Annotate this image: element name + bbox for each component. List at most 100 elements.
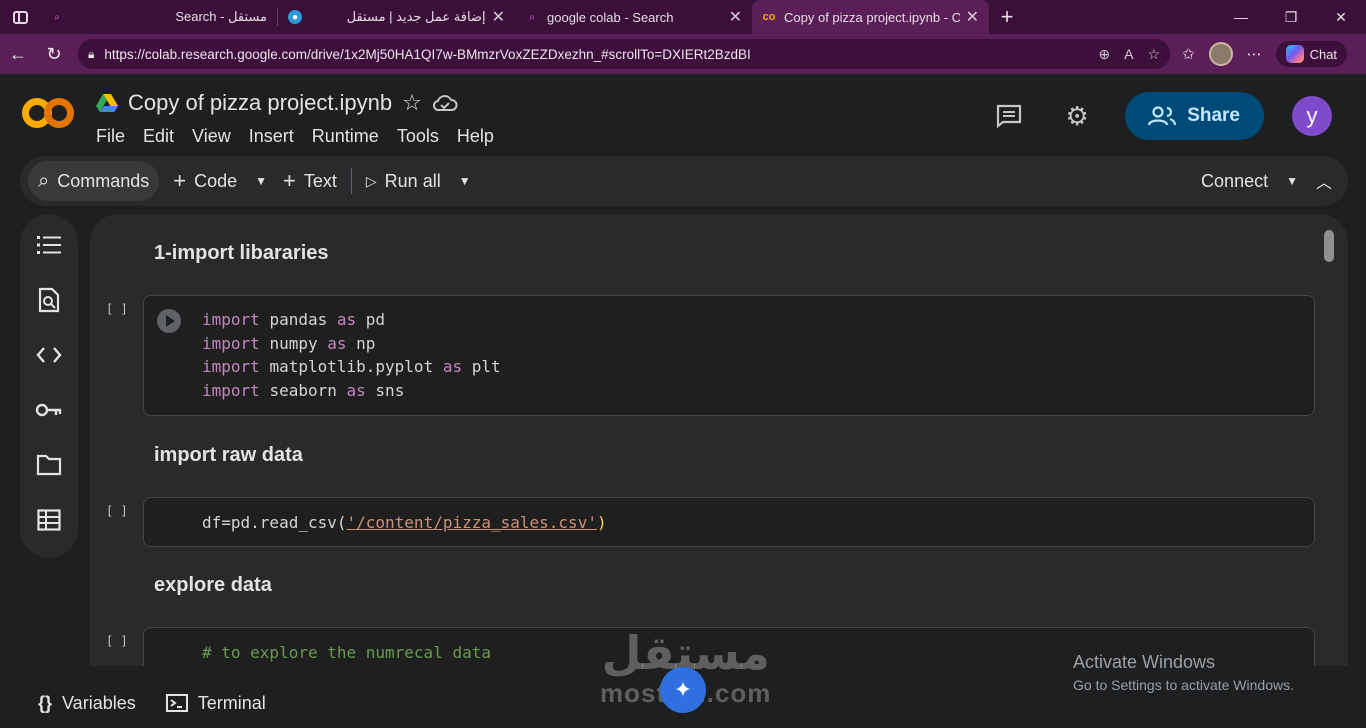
back-button[interactable]: ←	[0, 36, 36, 72]
address-bar-row: ← ↻ 🔒︎ https://colab.research.google.com…	[0, 34, 1366, 74]
menu-bar: File Edit View Insert Runtime Tools Help	[96, 126, 494, 147]
zoom-icon[interactable]: ⊕	[1098, 46, 1110, 63]
code-editor[interactable]: df=pd.read_csv('/content/pizza_sales.csv…	[202, 511, 607, 535]
find-replace-icon[interactable]	[33, 283, 65, 316]
secrets-key-icon[interactable]	[33, 393, 65, 426]
new-tab-button[interactable]: +	[989, 0, 1025, 34]
browser-tab[interactable]: ⌕ google colab - Search ✕	[515, 0, 752, 34]
code-token: np	[356, 333, 376, 353]
terminal-label: Terminal	[197, 692, 266, 713]
chevron-up-icon[interactable]: ︿	[1316, 169, 1332, 193]
tab-title: Copy of pizza project.ipynb - Colab	[784, 9, 960, 25]
terminal-button[interactable]: Terminal	[165, 692, 266, 714]
keyword: import	[202, 380, 260, 400]
close-window-icon[interactable]: ✕	[1316, 0, 1366, 34]
chevron-down-icon[interactable]: ▼	[1286, 174, 1298, 188]
read-aloud-icon[interactable]: A	[1124, 46, 1133, 62]
tab-title: إضافة عمل جديد | مستقل	[346, 9, 486, 24]
plus-icon: +	[283, 168, 296, 193]
search-icon: ⌕	[38, 169, 50, 192]
profile-avatar[interactable]	[1208, 42, 1233, 66]
notebook-title[interactable]: Copy of pizza project.ipynb	[128, 90, 392, 116]
sparkle-icon[interactable]: ✦	[660, 667, 706, 713]
tab-actions-button[interactable]	[0, 0, 40, 34]
chevron-down-icon[interactable]: ▼	[459, 174, 471, 188]
terminal-icon	[165, 694, 188, 712]
keyword: as	[336, 310, 357, 329]
close-tab-icon[interactable]: ✕	[966, 7, 979, 27]
comments-icon[interactable]	[989, 96, 1029, 136]
play-icon: ▷	[365, 172, 377, 189]
header-actions: ⚙ Share y	[989, 92, 1332, 140]
code-token: pandas	[269, 310, 328, 329]
favorite-star-icon[interactable]: ☆	[1147, 46, 1160, 63]
commands-button[interactable]: ⌕ Commands	[28, 161, 160, 201]
mostaql-favicon-icon: ●	[288, 10, 302, 24]
add-code-button[interactable]: + Code ▼	[165, 161, 275, 201]
address-bar[interactable]: 🔒︎ https://colab.research.google.com/dri…	[78, 39, 1170, 69]
settings-gear-icon[interactable]: ⚙	[1057, 96, 1097, 136]
add-text-button[interactable]: + Text	[275, 161, 345, 201]
variables-button[interactable]: {} Variables	[38, 693, 136, 714]
menu-edit[interactable]: Edit	[143, 126, 174, 147]
menu-help[interactable]: Help	[457, 126, 494, 147]
code-token: df=pd.read_csv(	[202, 513, 347, 532]
markdown-heading: explore data	[154, 574, 272, 596]
scrollbar-thumb[interactable]	[1324, 230, 1334, 262]
commands-label: Commands	[57, 170, 150, 191]
close-tab-icon[interactable]: ✕	[729, 7, 742, 27]
menu-insert[interactable]: Insert	[249, 126, 294, 147]
run-cell-button[interactable]	[157, 309, 181, 333]
colab-logo[interactable]	[22, 94, 78, 130]
user-avatar[interactable]: y	[1292, 96, 1332, 136]
menu-view[interactable]: View	[192, 126, 231, 147]
chevron-down-icon[interactable]: ▼	[255, 174, 267, 188]
menu-runtime[interactable]: Runtime	[312, 126, 379, 147]
notebook-toolbar: ⌕ Commands + Code ▼ + Text ▷ Run all ▼ C…	[20, 156, 1348, 206]
close-tab-icon[interactable]: ✕	[492, 7, 505, 27]
execution-count: [ ]	[106, 504, 128, 518]
refresh-button[interactable]: ↻	[36, 36, 72, 72]
files-folder-icon[interactable]	[33, 448, 65, 481]
notebook-area: 1-import libararies [ ] import pandas as…	[90, 214, 1348, 666]
code-label: Code	[194, 170, 238, 191]
search-favicon-icon: ⌕	[54, 11, 60, 23]
run-all-button[interactable]: ▷ Run all ▼	[358, 161, 479, 201]
table-of-contents-icon[interactable]	[33, 228, 65, 261]
string-literal: '/content/pizza_sales.csv'	[346, 513, 597, 532]
keyword: as	[442, 357, 463, 376]
share-button[interactable]: Share	[1125, 92, 1264, 140]
code-cell[interactable]: df=pd.read_csv('/content/pizza_sales.csv…	[143, 497, 1315, 547]
menu-file[interactable]: File	[96, 126, 125, 147]
variables-label: Variables	[62, 692, 136, 713]
tab-actions-icon	[12, 10, 28, 24]
code-token: plt	[471, 357, 501, 376]
code-snippets-icon[interactable]	[33, 338, 65, 371]
maximize-icon[interactable]: ❐	[1266, 0, 1316, 34]
menu-tools[interactable]: Tools	[397, 126, 439, 147]
connect-button[interactable]: Connect	[1201, 171, 1268, 192]
code-token: numpy	[269, 333, 318, 353]
code-editor[interactable]: import pandas as pd import numpy as np i…	[202, 308, 501, 402]
data-table-icon[interactable]	[33, 503, 65, 536]
minimize-icon[interactable]: —	[1216, 0, 1266, 34]
markdown-heading: 1-import libararies	[154, 242, 329, 264]
keyword: import	[202, 357, 260, 376]
more-options-icon[interactable]: ⋯	[1247, 45, 1262, 63]
keyword: as	[327, 333, 347, 353]
tab-title: مستقل - Search	[175, 9, 267, 24]
copilot-chat-button[interactable]: Chat	[1275, 41, 1348, 67]
code-cell[interactable]: import pandas as pd import numpy as np i…	[143, 295, 1315, 416]
cloud-saved-icon[interactable]	[432, 94, 458, 112]
browser-tab[interactable]: ● إضافة عمل جديد | مستقل ✕	[278, 0, 515, 34]
browser-tab-active[interactable]: co Copy of pizza project.ipynb - Colab ✕	[752, 0, 989, 34]
activate-title: Activate Windows	[1073, 652, 1216, 672]
browser-tab[interactable]: ⌕ مستقل - Search	[40, 0, 277, 34]
keyword: import	[202, 333, 260, 353]
execution-count: [ ]	[106, 302, 128, 316]
favorites-icon[interactable]: ✩	[1182, 45, 1195, 63]
browser-actions: ✩ ⋯ Chat	[1182, 41, 1348, 67]
keyword: import	[202, 310, 260, 329]
lock-icon[interactable]: 🔒︎	[88, 47, 94, 62]
star-icon[interactable]: ☆	[402, 90, 422, 116]
